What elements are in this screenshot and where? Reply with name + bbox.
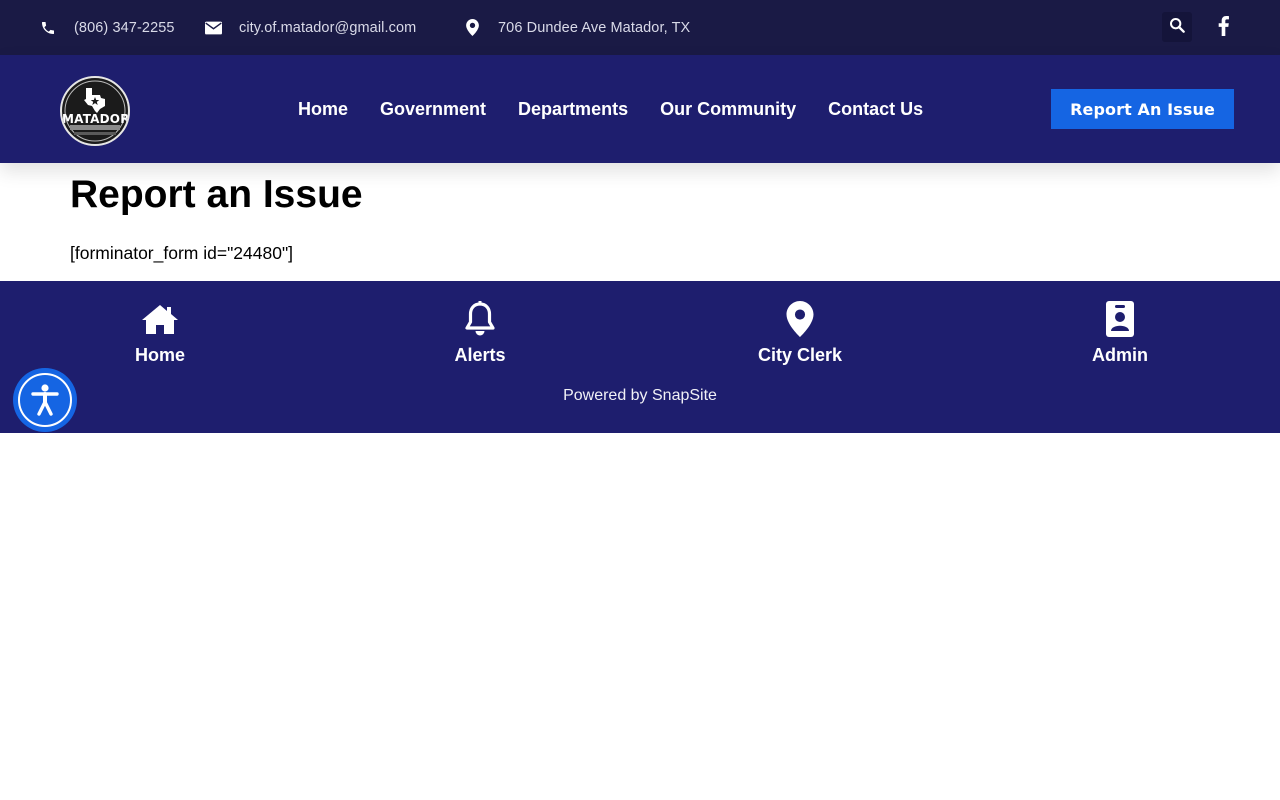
footer-alerts-label: Alerts	[454, 345, 506, 365]
footer-city-clerk-label: City Clerk	[757, 345, 843, 365]
footer-home-link[interactable]: Home	[80, 301, 240, 366]
texas-seal-graphic	[64, 80, 126, 142]
nav-departments[interactable]: Departments	[518, 99, 628, 120]
street-address: 706 Dundee Ave Matador, TX	[498, 19, 691, 36]
contact-address[interactable]: 706 Dundee Ave Matador, TX	[463, 0, 690, 55]
nav-government[interactable]: Government	[380, 99, 486, 120]
search-icon	[1169, 17, 1185, 38]
phone-number: (806) 347-2255	[74, 19, 175, 36]
accessibility-icon	[18, 373, 72, 427]
accessibility-button[interactable]	[13, 368, 77, 432]
report-issue-button[interactable]: Report An Issue	[1051, 89, 1234, 129]
id-badge-icon	[1040, 301, 1200, 337]
nav-home[interactable]: Home	[298, 99, 348, 120]
envelope-icon	[204, 19, 222, 37]
site-footer: Home Alerts City Clerk Admin Powered by …	[0, 281, 1280, 433]
powered-by-text[interactable]: Powered by SnapSite	[0, 387, 1280, 405]
contact-email[interactable]: city.of.matador@gmail.com	[204, 0, 416, 55]
logo-text: MATADOR	[62, 112, 130, 126]
facebook-icon	[1218, 15, 1229, 41]
footer-alerts-link[interactable]: Alerts	[400, 301, 560, 366]
footer-admin-label: Admin	[1092, 345, 1148, 365]
map-marker-icon	[720, 301, 880, 337]
site-header: MATADOR Home Government Departments Our …	[0, 55, 1280, 163]
footer-admin-link[interactable]: Admin	[1040, 301, 1200, 366]
phone-icon	[39, 19, 57, 37]
page-title: Report an Issue	[70, 173, 363, 216]
email-address: city.of.matador@gmail.com	[239, 19, 417, 36]
home-icon	[80, 301, 240, 337]
bell-icon	[400, 301, 560, 337]
main-navigation: Home Government Departments Our Communit…	[298, 55, 955, 163]
form-shortcode-text: [forminator_form id="24480"]	[70, 242, 294, 263]
nav-our-community[interactable]: Our Community	[660, 99, 796, 120]
city-logo[interactable]: MATADOR	[60, 76, 130, 146]
page-content: Report an Issue [forminator_form id="244…	[70, 163, 1210, 264]
footer-city-clerk-link[interactable]: City Clerk	[720, 301, 880, 366]
footer-home-label: Home	[134, 345, 185, 365]
search-button[interactable]	[1162, 12, 1192, 42]
nav-contact-us[interactable]: Contact Us	[828, 99, 923, 120]
map-pin-icon	[463, 19, 481, 37]
contact-phone[interactable]: (806) 347-2255	[39, 0, 175, 55]
facebook-link[interactable]	[1213, 15, 1233, 41]
top-contact-bar: (806) 347-2255 city.of.matador@gmail.com…	[0, 0, 1280, 55]
